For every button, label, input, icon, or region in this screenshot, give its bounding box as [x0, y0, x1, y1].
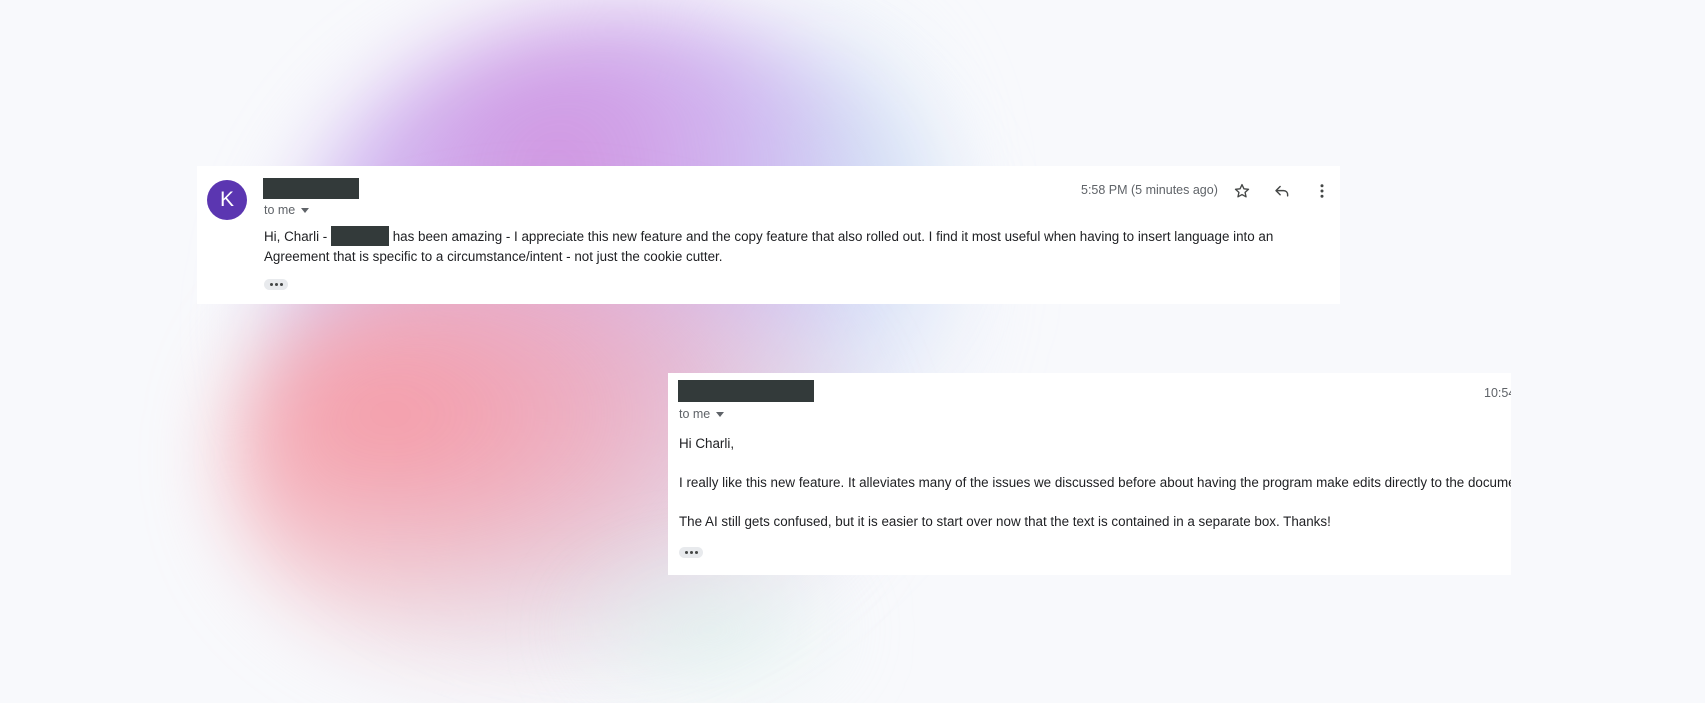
email-message-card: K to me 5:58 PM (5 minutes ago) Hi, Char… [197, 166, 1340, 304]
recipient-details-toggle[interactable]: to me [264, 203, 310, 217]
background-blob-mint [560, 560, 860, 700]
star-icon[interactable] [1230, 179, 1254, 203]
email-message-card: to me 10:54 Hi Charli, I really like thi… [668, 373, 1511, 575]
message-paragraph: I really like this new feature. It allev… [679, 475, 1511, 490]
show-trimmed-content-button[interactable] [264, 279, 288, 290]
show-trimmed-content-button[interactable] [679, 547, 703, 558]
message-paragraph: The AI still gets confused, but it is ea… [679, 514, 1331, 529]
redacted-product-name [330, 226, 389, 246]
message-timestamp[interactable]: 5:58 PM (5 minutes ago) [1081, 183, 1218, 197]
message-timestamp[interactable]: 10:54 [1484, 386, 1511, 400]
reply-icon[interactable] [1270, 179, 1294, 203]
message-body-text: has been amazing - I appreciate this new… [264, 229, 1274, 264]
more-vert-icon[interactable] [1310, 179, 1334, 203]
message-greeting: Hi, Charli - [264, 229, 328, 244]
recipient-details-toggle[interactable]: to me [679, 407, 725, 421]
chevron-down-icon [716, 411, 725, 417]
redacted-sender-name [263, 178, 359, 199]
redacted-sender-name [678, 380, 814, 402]
sender-avatar[interactable]: K [207, 180, 247, 220]
message-body: Hi, Charli - has been amazing - I apprec… [264, 226, 1324, 266]
gradient-background [0, 0, 1705, 703]
recipient-label: to me [679, 407, 711, 421]
chevron-down-icon [301, 207, 310, 213]
message-paragraph: Hi Charli, [679, 436, 735, 451]
recipient-label: to me [264, 203, 296, 217]
